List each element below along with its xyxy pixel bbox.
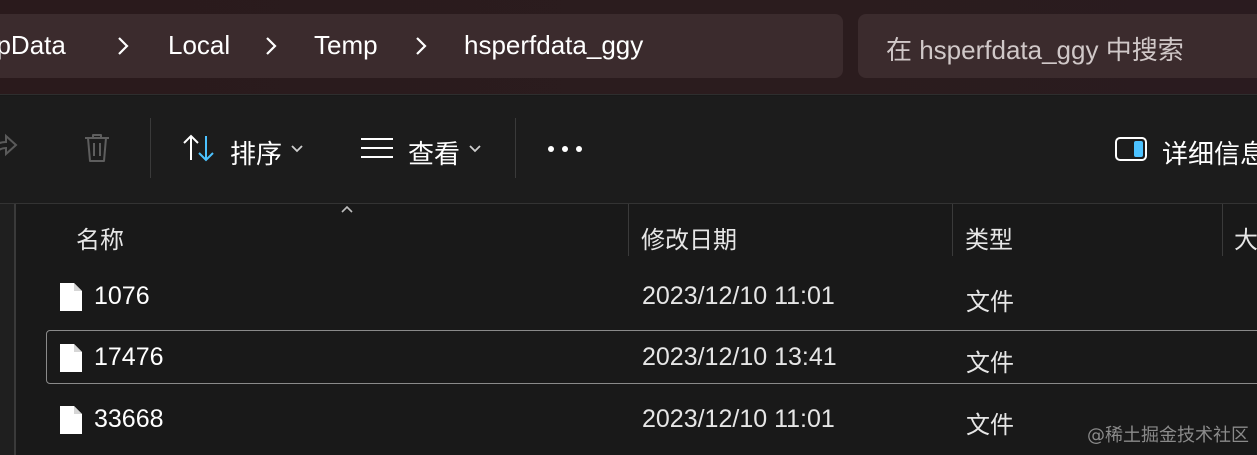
file-type: 文件 xyxy=(966,411,1014,439)
share-icon[interactable] xyxy=(0,132,18,164)
column-divider[interactable] xyxy=(952,204,953,256)
chevron-down-icon xyxy=(469,145,481,153)
sort-ascending-caret-icon xyxy=(341,205,353,213)
column-header-modified[interactable]: 修改日期 xyxy=(641,220,737,255)
file-modified: 2023/12/10 11:01 xyxy=(642,405,835,433)
sort-button[interactable]: 排序 xyxy=(176,116,316,180)
file-name: 33668 xyxy=(94,405,164,433)
file-icon xyxy=(60,344,82,372)
column-header-size[interactable]: 大 xyxy=(1234,220,1257,255)
file-row[interactable]: 33668 2023/12/10 11:01 文件 xyxy=(46,392,1257,446)
chevron-right-icon[interactable] xyxy=(414,36,428,56)
file-icon xyxy=(60,283,82,311)
chevron-right-icon[interactable] xyxy=(116,36,130,56)
title-bar: ppData Local Temp hsperfdata_ggy 在 hsper… xyxy=(0,0,1257,95)
details-label: 详细信息 xyxy=(1162,140,1257,170)
chevron-right-icon[interactable] xyxy=(264,36,278,56)
view-list-icon xyxy=(361,138,393,158)
navigation-pane[interactable] xyxy=(0,204,16,455)
toolbar-divider xyxy=(515,118,516,178)
breadcrumb-item-temp[interactable]: Temp xyxy=(314,30,378,61)
column-header-name[interactable]: 名称 xyxy=(76,220,124,255)
address-bar[interactable]: ppData Local Temp hsperfdata_ggy xyxy=(0,14,843,78)
file-type: 文件 xyxy=(966,288,1014,316)
file-modified: 2023/12/10 11:01 xyxy=(642,282,835,310)
file-row[interactable]: 17476 2023/12/10 13:41 文件 xyxy=(46,330,1257,384)
more-options-icon[interactable] xyxy=(546,144,584,154)
column-divider[interactable] xyxy=(1222,204,1223,256)
file-icon xyxy=(60,406,82,434)
details-pane-icon xyxy=(1115,137,1147,161)
trash-icon[interactable] xyxy=(82,132,112,164)
toolbar-divider xyxy=(150,118,151,178)
file-name: 17476 xyxy=(94,343,164,371)
search-placeholder: 在 hsperfdata_ggy 中搜索 xyxy=(886,35,1184,65)
breadcrumb-item-appdata[interactable]: ppData xyxy=(0,30,66,61)
view-button[interactable]: 查看 xyxy=(354,116,494,180)
breadcrumb-item-current[interactable]: hsperfdata_ggy xyxy=(464,30,643,61)
sort-arrows-icon xyxy=(183,134,214,162)
column-header-row: 名称 修改日期 类型 大 xyxy=(46,204,1257,262)
sort-label: 排序 xyxy=(230,140,283,170)
file-row[interactable]: 1076 2023/12/10 11:01 文件 xyxy=(46,269,1257,323)
file-name: 1076 xyxy=(94,282,150,310)
view-label: 查看 xyxy=(408,140,461,170)
column-header-type[interactable]: 类型 xyxy=(965,220,1013,255)
search-input[interactable]: 在 hsperfdata_ggy 中搜索 xyxy=(858,14,1257,78)
file-modified: 2023/12/10 13:41 xyxy=(642,343,837,371)
chevron-down-icon xyxy=(291,145,303,153)
command-bar: 排序 查看 详细信息 xyxy=(0,96,1257,204)
column-divider[interactable] xyxy=(628,204,629,256)
file-type: 文件 xyxy=(966,349,1014,377)
details-pane-button[interactable]: 详细信息 xyxy=(1110,116,1257,180)
breadcrumb-item-local[interactable]: Local xyxy=(168,30,230,61)
watermark: @稀土掘金技术社区 xyxy=(1087,425,1249,446)
